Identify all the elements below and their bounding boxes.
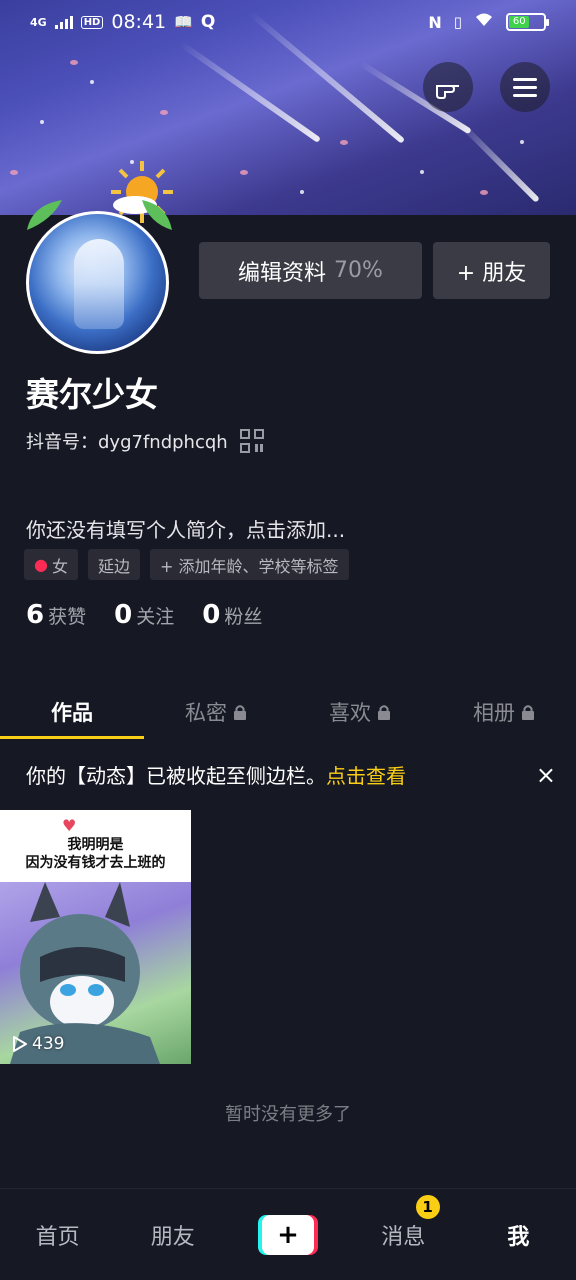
nav-home[interactable]: 首页 — [0, 1219, 115, 1251]
petal — [240, 170, 248, 175]
nav-create[interactable]: + — [230, 1214, 345, 1255]
play-count: 439 — [10, 1034, 64, 1054]
following-count: 0 — [114, 600, 133, 630]
sidebar-notice: 你的【动态】已被收起至侧边栏。 点击查看 × — [26, 760, 556, 789]
gender-label: 女 — [51, 556, 68, 576]
followers-stat[interactable]: 0 粉丝 — [202, 600, 262, 630]
lock-icon — [378, 705, 390, 720]
star — [520, 140, 524, 144]
close-icon[interactable]: × — [536, 761, 556, 789]
book-icon: 📖 — [174, 13, 193, 31]
video-thumbnail[interactable]: ♥ 我明明是 因为没有钱才去上班的 439 — [0, 810, 191, 1064]
vibrate-icon: ▯ — [453, 13, 462, 31]
leaf-decoration-icon — [27, 200, 62, 230]
add-friend-label: + 朋友 — [456, 260, 527, 286]
followers-count: 0 — [202, 600, 221, 630]
leaf-decoration-icon — [142, 200, 172, 230]
pointing-hand-icon — [436, 85, 459, 99]
petal — [10, 170, 18, 175]
notice-text: 你的【动态】已被收起至侧边栏。 — [26, 764, 326, 788]
hd-indicator: HD — [80, 15, 104, 29]
followers-label: 粉丝 — [224, 606, 263, 628]
star — [40, 120, 44, 124]
nav-friends[interactable]: 朋友 — [115, 1219, 230, 1251]
hamburger-menu-icon — [513, 78, 537, 97]
edit-profile-label: 编辑资料 — [238, 260, 327, 286]
tab-works-label: 作品 — [51, 701, 93, 725]
add-tags-button[interactable]: + 添加年龄、学校等标签 — [150, 549, 349, 580]
following-label: 关注 — [136, 606, 175, 628]
create-button[interactable]: + — [258, 1214, 318, 1255]
star — [420, 170, 424, 174]
status-bar: 4G HD 08:41 📖 Q N ▯ 60 — [0, 0, 576, 44]
menu-button[interactable] — [500, 62, 550, 112]
q-app-icon: Q — [200, 12, 216, 32]
lock-icon — [234, 705, 246, 720]
douyin-id-row[interactable]: 抖音号：dyg7fndphcqh — [26, 428, 264, 454]
petal — [480, 190, 488, 195]
add-tags-label: + 添加年龄、学校等标签 — [160, 556, 339, 576]
content-tabs: 作品 私密 喜欢 相册 — [0, 685, 576, 739]
video-caption-line2: 因为没有钱才去上班的 — [25, 855, 166, 871]
play-count-value: 439 — [32, 1034, 65, 1054]
star — [300, 190, 304, 194]
notice-view-link[interactable]: 点击查看 — [326, 760, 406, 789]
location-label: 延边 — [97, 556, 130, 576]
heart-icon: ♥ — [62, 816, 77, 835]
petal — [160, 110, 168, 115]
likes-count: 6 — [26, 600, 45, 630]
clock: 08:41 — [111, 11, 167, 33]
nav-messages[interactable]: 消息 1 — [346, 1194, 461, 1251]
nav-me[interactable]: 我 — [461, 1219, 576, 1251]
nfc-icon: N — [428, 12, 442, 32]
tab-private-label: 私密 — [185, 701, 227, 725]
lock-icon — [522, 705, 534, 720]
likes-stat[interactable]: 6 获赞 — [26, 600, 86, 630]
wifi-icon — [474, 11, 494, 33]
play-icon — [13, 1036, 27, 1052]
star — [90, 80, 94, 84]
profile-name: 赛尔少女 — [26, 375, 158, 414]
tab-likes-label: 喜欢 — [329, 701, 371, 725]
meteor-streak — [457, 120, 540, 203]
battery-icon: 60 — [506, 13, 549, 31]
signal-icon — [54, 15, 73, 29]
profile-stats: 6 获赞 0 关注 0 粉丝 — [26, 600, 270, 630]
tab-private[interactable]: 私密 — [144, 685, 288, 739]
following-stat[interactable]: 0 关注 — [114, 600, 174, 630]
tab-works[interactable]: 作品 — [0, 685, 144, 739]
nav-messages-label: 消息 — [381, 1224, 426, 1250]
petal — [340, 140, 348, 145]
tab-album-label: 相册 — [473, 701, 515, 725]
avatar-container[interactable] — [22, 161, 173, 354]
gender-tag[interactable]: ● 女 — [24, 549, 78, 580]
pointing-hand-button[interactable] — [423, 62, 473, 112]
qr-code-icon[interactable] — [239, 429, 264, 453]
battery-level: 60 — [509, 16, 530, 28]
douyin-id: 抖音号：dyg7fndphcqh — [26, 432, 228, 453]
add-friend-button[interactable]: + 朋友 — [433, 242, 550, 299]
female-icon: ● — [34, 555, 48, 574]
plus-icon: + — [262, 1214, 314, 1255]
no-more-text: 暂时没有更多了 — [225, 1104, 351, 1125]
tab-album[interactable]: 相册 — [432, 685, 576, 739]
messages-badge: 1 — [415, 1194, 440, 1219]
tab-likes[interactable]: 喜欢 — [288, 685, 432, 739]
likes-label: 获赞 — [48, 606, 87, 628]
petal — [70, 60, 78, 65]
bottom-nav: 首页 朋友 + 消息 1 我 — [0, 1188, 576, 1280]
profile-tags: ● 女 延边 + 添加年龄、学校等标签 — [24, 549, 349, 580]
bio-placeholder[interactable]: 你还没有填写个人简介，点击添加... — [26, 514, 345, 543]
edit-completion: 70% — [334, 258, 383, 283]
network-type: 4G — [30, 15, 47, 29]
video-caption: 我明明是 因为没有钱才去上班的 — [0, 836, 191, 872]
avatar-figure — [74, 239, 124, 329]
location-tag[interactable]: 延边 — [87, 549, 140, 580]
video-caption-line1: 我明明是 — [67, 837, 124, 853]
edit-profile-button[interactable]: 编辑资料 70% — [199, 242, 422, 299]
